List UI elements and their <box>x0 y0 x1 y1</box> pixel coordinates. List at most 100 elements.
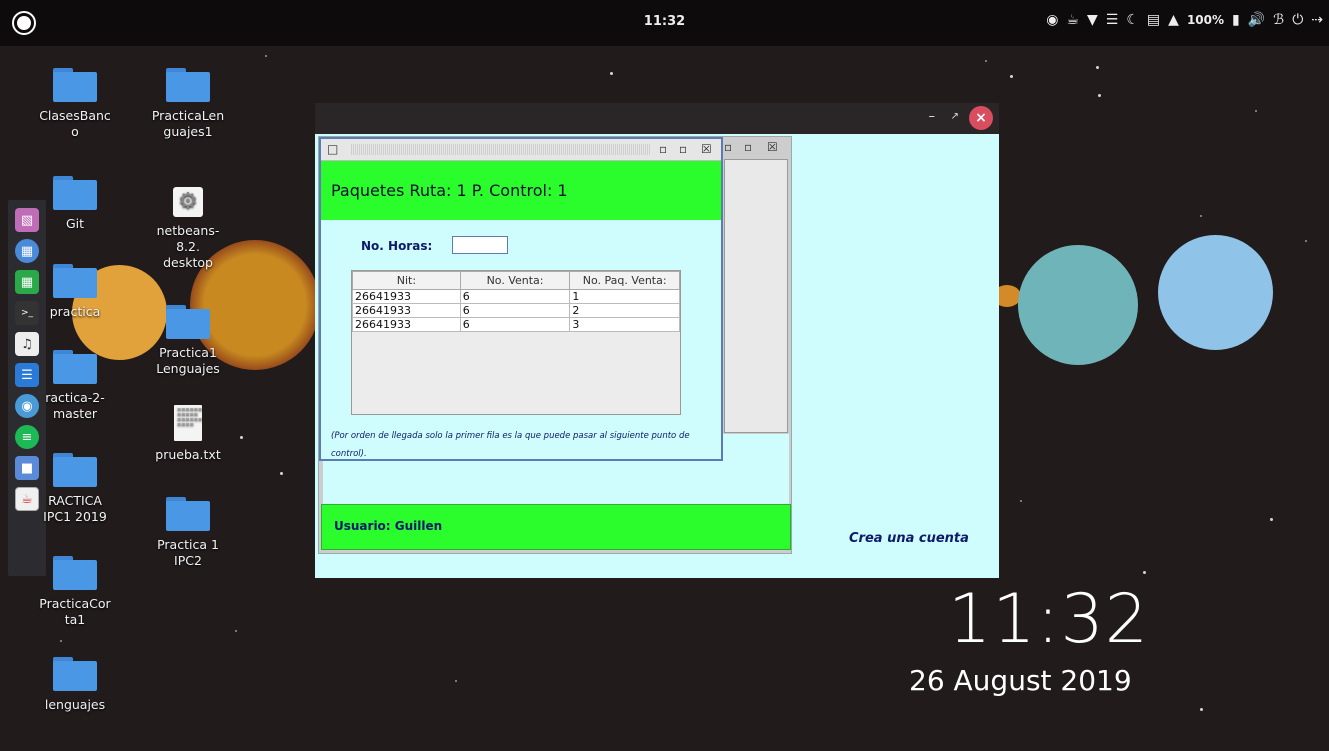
star <box>1305 240 1307 242</box>
user-footer: Usuario: Guillen <box>321 504 791 550</box>
desktop-icon-label: PracticaLen guajes1 <box>151 108 225 139</box>
desktop-folder-practica1ipc2[interactable]: Practica 1 IPC2 <box>142 497 234 569</box>
desktop-icon-label: Practica 1 IPC2 <box>157 537 219 568</box>
desktop-icon-label: prueba.txt <box>155 447 221 462</box>
table-cell[interactable]: 26641933 <box>352 303 461 318</box>
close-frame-icon[interactable]: ☒ <box>767 140 778 154</box>
desktop-icon-label: ractica-2- master <box>45 390 105 421</box>
desktop-folder-practicalenguajes1[interactable]: PracticaLen guajes1 <box>142 68 234 140</box>
star <box>1096 66 1099 69</box>
folder-icon <box>166 68 210 102</box>
desktop-icon-label: ClasesBanc o <box>39 108 111 139</box>
maximize-frame-icon[interactable]: ▫ <box>744 140 752 154</box>
desktop-launcher-netbeans[interactable]: ⚙ netbeans- 8.2. desktop <box>142 187 234 271</box>
table-cell[interactable]: 26641933 <box>352 317 461 332</box>
desktop-folder-practicaipc1[interactable]: RACTICA IPC1 2019 <box>29 453 121 525</box>
table-row[interactable]: 26641933 6 2 <box>352 303 680 318</box>
titlebar-pattern <box>351 144 651 155</box>
folder-icon <box>166 305 210 339</box>
star <box>985 60 987 62</box>
clipboard-icon[interactable]: ▤ <box>1147 12 1160 28</box>
folder-icon <box>53 657 97 691</box>
desktop-icon-label: RACTICA IPC1 2019 <box>43 493 107 524</box>
desktop-icon-label: Git <box>65 216 85 231</box>
spotify-icon[interactable]: ≡ <box>15 425 39 449</box>
desktop-folder-clasesbanco[interactable]: ClasesBanc o <box>29 68 121 140</box>
table-cell[interactable]: 6 <box>459 289 571 304</box>
battery-icon[interactable]: ▮ <box>1232 12 1240 28</box>
cartoon-planet-blue <box>1158 235 1273 350</box>
close-icon[interactable]: × <box>969 106 993 130</box>
desktop-clock-date: 26 August 2019 <box>909 664 1132 697</box>
header-title: Paquetes Ruta: 1 P. Control: 1 <box>331 181 568 200</box>
desktop-clock-time: 11:32 <box>948 580 1149 659</box>
table-cell[interactable]: 3 <box>569 317 680 332</box>
column-header-nit[interactable]: Nit: <box>352 271 461 290</box>
frame-titlebar[interactable]: □ ▫ ▫ ☒ <box>321 139 721 161</box>
star <box>1098 94 1101 97</box>
user-label: Usuario: Guillen <box>334 519 443 533</box>
create-account-link[interactable]: Crea una cuenta <box>849 531 969 546</box>
paquetes-internal-frame: □ ▫ ▫ ☒ Paquetes Ruta: 1 P. Control: 1 N… <box>319 137 723 461</box>
column-header-paquete[interactable]: No. Paq. Venta: <box>569 271 680 290</box>
horas-label: No. Horas: <box>361 239 433 253</box>
desktop-folder-practica1lenguajes[interactable]: Practica1 Lenguajes <box>142 305 234 377</box>
minimize-icon[interactable]: – <box>929 109 936 124</box>
star <box>1010 75 1013 78</box>
desktop-folder-practicacorta1[interactable]: PracticaCor ta1 <box>29 556 121 628</box>
star <box>1020 500 1022 502</box>
folder-icon <box>53 350 97 384</box>
logout-icon[interactable]: ⇢ <box>1311 12 1323 28</box>
folder-icon <box>53 556 97 590</box>
desktop-folder-git[interactable]: Git <box>29 176 121 232</box>
top-panel: 11:32 ◉ ☕ ▼ ☰ ☾ ▤ ▲ 100% ▮ 🔊 ℬ ⏻ ⇢ <box>0 0 1329 46</box>
desktop-icon-label: netbeans- 8.2. desktop <box>156 223 220 270</box>
folder-icon <box>53 453 97 487</box>
table-cell[interactable]: 6 <box>459 317 571 332</box>
table-row[interactable]: 26641933 6 1 <box>352 289 680 304</box>
menu-icon[interactable]: ☰ <box>1106 12 1119 28</box>
table-row[interactable]: 26641933 6 3 <box>352 317 680 332</box>
table-cell[interactable]: 2 <box>569 303 680 318</box>
coffee-icon[interactable]: ☕ <box>1066 12 1079 28</box>
star <box>455 680 457 682</box>
iconify-icon[interactable]: ▫ <box>724 140 732 154</box>
frame-menu-icon[interactable]: □ <box>327 142 338 156</box>
desktop-folder-practica[interactable]: practica <box>29 264 121 320</box>
table-cell[interactable]: 26641933 <box>352 289 461 304</box>
desktop-icon-label: PracticaCor ta1 <box>39 596 111 627</box>
notification-bell-icon[interactable]: ▲ <box>1168 12 1179 28</box>
star <box>60 640 62 642</box>
frame-header: Paquetes Ruta: 1 P. Control: 1 <box>321 161 721 220</box>
cartoon-planet-teal <box>1018 245 1138 365</box>
close-frame-icon[interactable]: ☒ <box>701 142 712 156</box>
folder-icon <box>53 176 97 210</box>
star <box>610 72 613 75</box>
column-header-venta[interactable]: No. Venta: <box>459 271 571 290</box>
wifi-icon[interactable]: ▼ <box>1087 12 1098 28</box>
apps-grid-icon[interactable]: ▦ <box>15 239 39 263</box>
bluetooth-icon[interactable]: ℬ <box>1273 12 1284 28</box>
window-titlebar[interactable]: – ↗ × <box>315 103 999 134</box>
folder-icon <box>166 497 210 531</box>
maximize-frame-icon[interactable]: ▫ <box>679 142 687 156</box>
horas-input[interactable] <box>452 236 508 254</box>
night-mode-icon[interactable]: ☾ <box>1126 12 1139 28</box>
power-icon[interactable]: ⏻ <box>1292 12 1303 28</box>
packages-table: Nit: No. Venta: No. Paq. Venta: 26641933… <box>351 270 681 415</box>
discord-icon[interactable]: ◉ <box>1046 12 1058 28</box>
desktop-folder-lenguajes[interactable]: lenguajes <box>29 657 121 713</box>
star <box>1200 708 1203 711</box>
star <box>280 472 283 475</box>
desktop-folder-practica2master[interactable]: ractica-2- master <box>29 350 121 422</box>
desktop-file-prueba[interactable]: ≡≡≡≡≡≡ ≡≡≡≡≡ ≡≡≡≡≡≡ ≡≡≡≡ prueba.txt <box>142 405 234 463</box>
iconify-icon[interactable]: ▫ <box>659 142 667 156</box>
table-cell[interactable]: 6 <box>459 303 571 318</box>
desktop-icon-label: practica <box>49 304 101 319</box>
star <box>265 55 267 57</box>
maximize-icon[interactable]: ↗ <box>951 111 959 122</box>
battery-percentage[interactable]: 100% <box>1187 13 1224 27</box>
table-cell[interactable]: 1 <box>569 289 680 304</box>
star <box>1255 110 1257 112</box>
volume-icon[interactable]: 🔊 <box>1248 12 1265 28</box>
